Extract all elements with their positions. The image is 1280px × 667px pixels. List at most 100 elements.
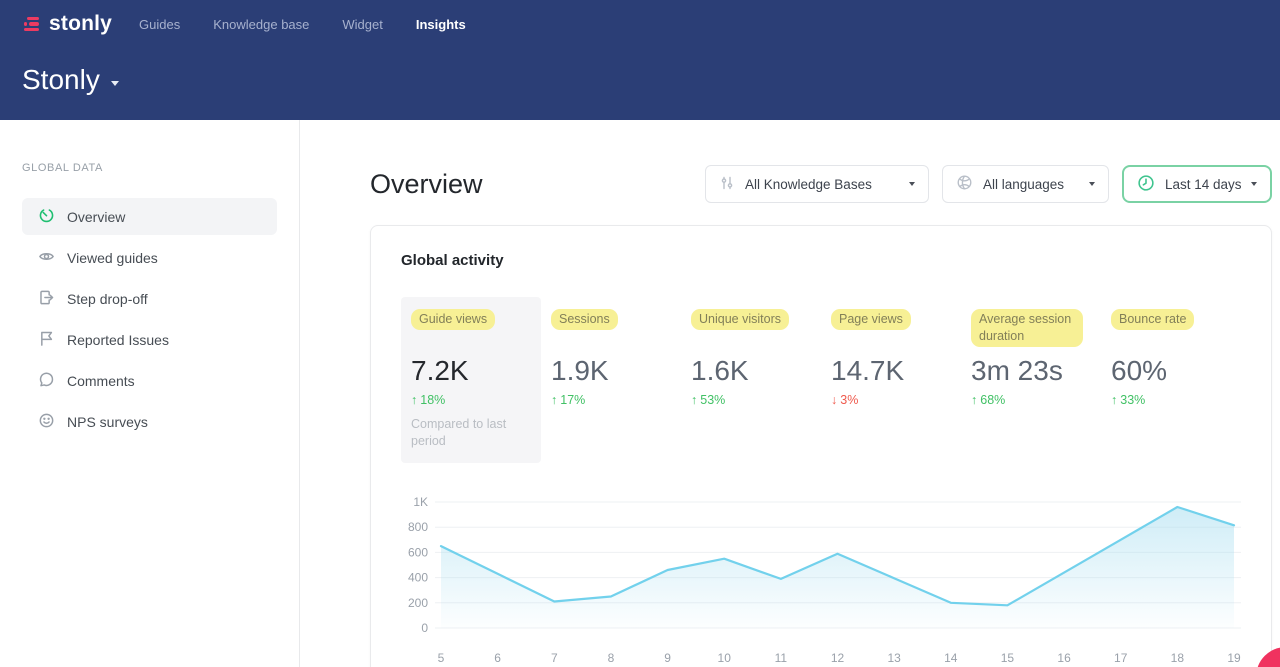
nav-item-widget[interactable]: Widget bbox=[342, 17, 382, 32]
metric-delta: ↑18% bbox=[411, 393, 531, 407]
svg-text:14: 14 bbox=[944, 651, 958, 665]
svg-text:13: 13 bbox=[887, 651, 901, 665]
svg-text:1K: 1K bbox=[413, 495, 428, 509]
nav-item-guides[interactable]: Guides bbox=[139, 17, 180, 32]
logo-text: stonly bbox=[49, 12, 112, 36]
language-filter[interactable]: All languages bbox=[942, 165, 1109, 203]
metric-label: Page views bbox=[831, 309, 911, 330]
metric-delta: ↑53% bbox=[691, 393, 811, 407]
sidebar-item-step-drop-off[interactable]: Step drop-off bbox=[22, 280, 277, 317]
metric-value: 7.2K bbox=[411, 355, 531, 387]
sidebar-section-label: GLOBAL DATA bbox=[22, 162, 299, 174]
sliders-icon bbox=[719, 175, 735, 194]
arrow-up-icon: ↑ bbox=[691, 393, 697, 407]
svg-text:600: 600 bbox=[408, 545, 428, 559]
metric-sessions[interactable]: Sessions 1.9K ↑17% bbox=[541, 297, 681, 407]
metric-avg-session-duration[interactable]: Average session duration 3m 23s ↑68% bbox=[961, 297, 1101, 407]
filter-bar: All Knowledge Bases All languages bbox=[705, 165, 1272, 203]
knowledge-base-filter[interactable]: All Knowledge Bases bbox=[705, 165, 929, 203]
workspace-title: Stonly bbox=[22, 64, 100, 96]
svg-text:11: 11 bbox=[775, 651, 788, 665]
workspace-selector[interactable]: Stonly bbox=[22, 64, 1280, 96]
svg-text:8: 8 bbox=[608, 651, 615, 665]
arrow-up-icon: ↑ bbox=[411, 393, 417, 407]
metric-note: Compared to last period bbox=[411, 416, 519, 450]
card-title: Global activity bbox=[401, 252, 1241, 269]
arrow-up-icon: ↑ bbox=[551, 393, 557, 407]
svg-text:400: 400 bbox=[408, 571, 428, 585]
comment-icon bbox=[38, 371, 55, 391]
sidebar-item-reported-issues[interactable]: Reported Issues bbox=[22, 321, 277, 358]
nav-item-insights[interactable]: Insights bbox=[416, 17, 466, 32]
svg-text:0: 0 bbox=[421, 621, 428, 635]
metric-value: 3m 23s bbox=[971, 355, 1091, 387]
sidebar: GLOBAL DATA Overview Viewed guides bbox=[0, 120, 300, 667]
arrow-up-icon: ↑ bbox=[971, 393, 977, 407]
date-range-filter[interactable]: Last 14 days bbox=[1122, 165, 1272, 203]
globe-icon bbox=[956, 174, 973, 194]
sidebar-item-label: Viewed guides bbox=[67, 250, 158, 266]
gauge-icon bbox=[38, 207, 55, 227]
main-content: Overview All Knowledge Bases bbox=[300, 120, 1280, 667]
step-exit-icon bbox=[38, 289, 55, 309]
chevron-down-icon bbox=[909, 182, 915, 186]
sidebar-item-label: Reported Issues bbox=[67, 332, 169, 348]
metric-label: Sessions bbox=[551, 309, 618, 330]
svg-text:15: 15 bbox=[1001, 651, 1015, 665]
metric-delta: ↓3% bbox=[831, 393, 951, 407]
nav-item-knowledge-base[interactable]: Knowledge base bbox=[213, 17, 309, 32]
metric-guide-views[interactable]: Guide views 7.2K ↑18% Compared to last p… bbox=[401, 297, 541, 463]
svg-text:19: 19 bbox=[1227, 651, 1241, 665]
language-filter-label: All languages bbox=[983, 177, 1081, 192]
arrow-down-icon: ↓ bbox=[831, 393, 837, 407]
metric-label: Unique visitors bbox=[691, 309, 789, 330]
svg-text:17: 17 bbox=[1114, 651, 1128, 665]
svg-text:12: 12 bbox=[831, 651, 845, 665]
chevron-down-icon bbox=[1089, 182, 1095, 186]
smiley-icon bbox=[38, 412, 55, 432]
activity-chart: 02004006008001K5678910111213141516171819 bbox=[401, 485, 1241, 667]
knowledge-base-filter-label: All Knowledge Bases bbox=[745, 177, 901, 192]
sidebar-item-overview[interactable]: Overview bbox=[22, 198, 277, 235]
svg-text:10: 10 bbox=[718, 651, 732, 665]
sidebar-item-comments[interactable]: Comments bbox=[22, 362, 277, 399]
sidebar-item-label: Step drop-off bbox=[67, 291, 148, 307]
flag-icon bbox=[38, 330, 55, 350]
metric-page-views[interactable]: Page views 14.7K ↓3% bbox=[821, 297, 961, 407]
svg-text:9: 9 bbox=[664, 651, 671, 665]
metrics-row: Guide views 7.2K ↑18% Compared to last p… bbox=[401, 297, 1241, 463]
metric-delta: ↑33% bbox=[1111, 393, 1231, 407]
metric-value: 1.9K bbox=[551, 355, 671, 387]
arrow-up-icon: ↑ bbox=[1111, 393, 1117, 407]
sidebar-item-label: Overview bbox=[67, 209, 125, 225]
clock-icon bbox=[1137, 174, 1155, 195]
activity-chart-container: 02004006008001K5678910111213141516171819 bbox=[401, 485, 1241, 667]
eye-icon bbox=[38, 248, 55, 268]
metric-label: Guide views bbox=[411, 309, 495, 330]
page-title: Overview bbox=[370, 169, 483, 200]
chevron-down-icon bbox=[1251, 182, 1257, 186]
metric-value: 14.7K bbox=[831, 355, 951, 387]
metric-unique-visitors[interactable]: Unique visitors 1.6K ↑53% bbox=[681, 297, 821, 407]
sidebar-item-nps-surveys[interactable]: NPS surveys bbox=[22, 403, 277, 440]
metric-label: Bounce rate bbox=[1111, 309, 1194, 330]
svg-text:5: 5 bbox=[438, 651, 445, 665]
sidebar-item-label: Comments bbox=[67, 373, 135, 389]
svg-text:7: 7 bbox=[551, 651, 558, 665]
metric-label: Average session duration bbox=[971, 309, 1083, 347]
metric-value: 1.6K bbox=[691, 355, 811, 387]
sidebar-item-label: NPS surveys bbox=[67, 414, 148, 430]
metric-bounce-rate[interactable]: Bounce rate 60% ↑33% bbox=[1101, 297, 1241, 407]
date-range-filter-label: Last 14 days bbox=[1165, 177, 1243, 192]
metric-delta: ↑17% bbox=[551, 393, 671, 407]
metric-value: 60% bbox=[1111, 355, 1231, 387]
metric-delta: ↑68% bbox=[971, 393, 1091, 407]
svg-text:6: 6 bbox=[494, 651, 501, 665]
chevron-down-icon bbox=[111, 81, 119, 86]
stonly-logo-icon bbox=[24, 16, 42, 33]
top-nav: Guides Knowledge base Widget Insights bbox=[139, 17, 466, 32]
stonly-logo[interactable]: stonly bbox=[24, 12, 112, 36]
svg-text:200: 200 bbox=[408, 596, 428, 610]
svg-text:800: 800 bbox=[408, 520, 428, 534]
sidebar-item-viewed-guides[interactable]: Viewed guides bbox=[22, 239, 277, 276]
